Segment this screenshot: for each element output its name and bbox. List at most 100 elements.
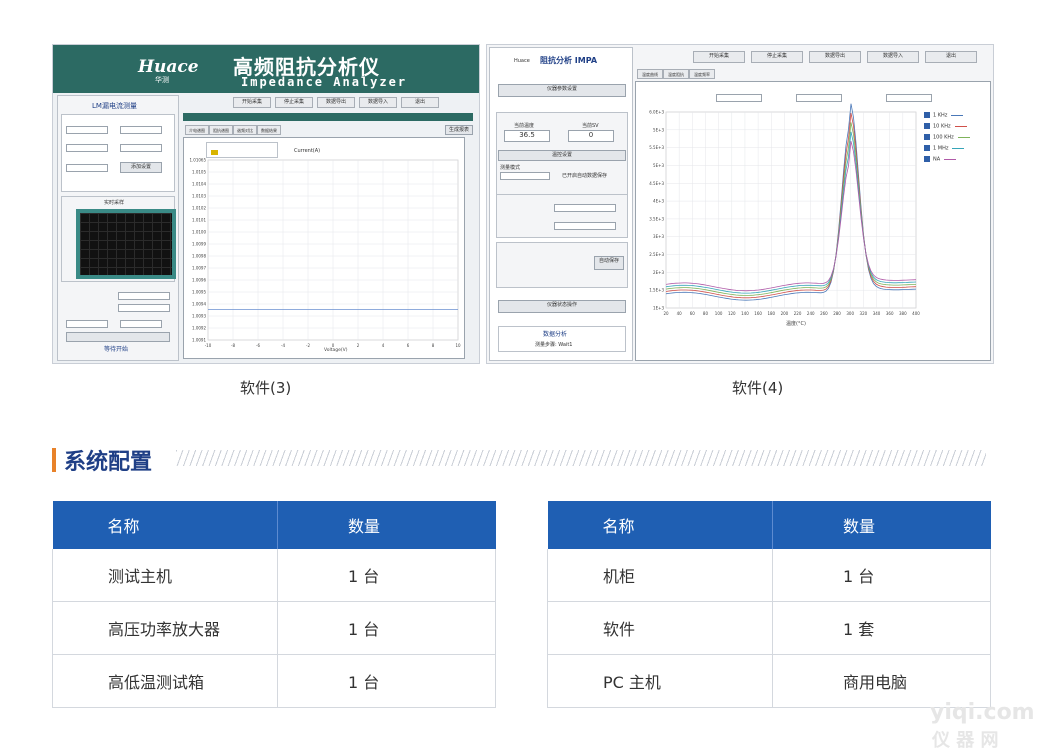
item-name: 高低温测试箱 [52, 654, 278, 708]
software-screenshot-4: Huace 阻抗分析 IMPA 仪器参数设置 当前温度 当前SV 36.5 0 … [486, 44, 994, 364]
realtime-panel: 实时采样 [61, 196, 176, 282]
y-tick-label: 1.0105 [192, 170, 206, 175]
y-tick-label: 5E+3 [653, 163, 664, 168]
mode-select[interactable] [500, 172, 550, 180]
tab-2[interactable]: 谐频对比 [233, 125, 257, 135]
x-tick-label: 40 [677, 311, 683, 316]
tab-0[interactable]: 介电谱图 [185, 125, 209, 135]
legend-checkbox[interactable] [924, 123, 930, 129]
x-tick-label: -6 [256, 343, 260, 348]
impedance-temperature-plot: 6.0E+3 5E+3 5.5E+3 5E+3 4.5E+3 4E+3 3.5E+3 3E+3… [635, 81, 991, 361]
legend-checkbox[interactable] [924, 145, 930, 151]
setpoint-input-2[interactable] [554, 222, 616, 230]
item-name: 机柜 [547, 549, 773, 602]
legend-item[interactable]: NA [924, 156, 984, 167]
param-input-5[interactable] [66, 164, 108, 172]
y-tick-label: 1.0094 [192, 302, 206, 307]
s4-toolbar-button-0[interactable]: 开始采集 [693, 51, 745, 63]
legend-item[interactable]: 1 MHz [924, 145, 984, 156]
s4-tab-1[interactable]: 温度阻抗 [663, 69, 689, 79]
section-accent-bar [52, 448, 56, 472]
add-setting-button[interactable]: 添加设置 [120, 162, 162, 173]
brand-logo: Huace [138, 57, 199, 77]
tab-1[interactable]: 阻抗谱图 [209, 125, 233, 135]
tab-3[interactable]: 数据结果 [257, 125, 281, 135]
legend-swatch [952, 147, 965, 149]
voltage-value: 0 [568, 130, 614, 142]
col-header-qty: 数量 [277, 501, 496, 549]
auto-save-checkbox-label[interactable]: 已开启自动数据保存 [562, 172, 607, 179]
auto-zero-button[interactable] [66, 332, 170, 342]
toolbar-button-3[interactable]: 数据导入 [359, 97, 397, 108]
toolbar-button-2[interactable]: 数据导出 [317, 97, 355, 108]
config-table-left: 名称 数量 测试主机 1 台 高压功率放大器 1 台 高低温测试箱 1 台 [52, 501, 496, 708]
legend-checkbox[interactable] [924, 134, 930, 140]
x-tick-label: 160 [754, 311, 762, 316]
x-tick-label: -2 [306, 343, 310, 348]
accent-bar [183, 113, 473, 121]
s4-tab-0[interactable]: 温度曲线 [637, 69, 663, 79]
legend-checkbox[interactable] [924, 156, 930, 162]
legend-item[interactable]: 1 KHz [924, 112, 984, 123]
y-tick-label: 1E+3 [653, 306, 664, 311]
temp-control-button[interactable]: 温控设置 [498, 150, 626, 161]
x-tick-label: 80 [703, 311, 709, 316]
y-tick-label: 1.0098 [192, 254, 206, 259]
iv-chart: 1.01065 1.0105 1.0104 1.0103 1.0102 1.0101 1.0… [189, 158, 461, 349]
param-input-4[interactable] [120, 144, 162, 152]
s4-x-axis-label: 温度(°C) [786, 321, 806, 327]
x-tick-label: 8 [432, 343, 435, 348]
range-select[interactable] [118, 304, 170, 312]
x-tick-label: 100 [715, 311, 723, 316]
y-tick-label: 1.01065 [189, 158, 206, 163]
x-tick-label: 340 [873, 311, 881, 316]
param-input-1[interactable] [66, 126, 108, 134]
legend-label: 1 KHz [933, 112, 948, 119]
legend-item[interactable]: 100 KHz [924, 134, 984, 145]
s4-tab-2[interactable]: 温度频率 [689, 69, 715, 79]
device-settings-button[interactable]: 仪器参数设置 [498, 84, 626, 97]
col-header-name: 名称 [52, 501, 278, 549]
y-tick-label: 1.0100 [192, 230, 206, 235]
toolbar-button-0[interactable]: 开始采集 [233, 97, 271, 108]
y-tick-label: 1.0091 [192, 338, 206, 343]
param-input-3[interactable] [66, 144, 108, 152]
toolbar-button-1[interactable]: 停止采集 [275, 97, 313, 108]
legend-swatch [951, 114, 964, 116]
y-tick-label: 3E+3 [653, 234, 664, 239]
mode-select[interactable] [118, 292, 170, 300]
instrument-status-button[interactable]: 仪器状态操作 [498, 300, 626, 313]
legend-item[interactable]: 10 KHz [924, 123, 984, 134]
s4-toolbar-button-4[interactable]: 退出 [925, 51, 977, 63]
legend-swatch [957, 136, 970, 138]
s4-toolbar-button-3[interactable]: 数据导入 [867, 51, 919, 63]
x-axis-label: Voltage(V) [324, 348, 348, 353]
param-input-2[interactable] [120, 126, 162, 134]
x-tick-label: 380 [899, 311, 907, 316]
s4-left-panel: Huace 阻抗分析 IMPA 仪器参数设置 当前温度 当前SV 36.5 0 … [489, 47, 633, 361]
setpoint-input-1[interactable] [554, 204, 616, 212]
item-name: 测试主机 [52, 549, 278, 602]
x-tick-label: 60 [690, 311, 696, 316]
toolbar-button-4[interactable]: 退出 [401, 97, 439, 108]
iv-plot-area: Current(A) 1.01065 1.0105 1.0104 1.0103 1.01… [183, 137, 465, 359]
x-tick-label: 120 [728, 311, 736, 316]
software-screenshot-3: Huace 华测 高频阻抗分析仪 Impedance Analyzer LM漏电… [52, 44, 480, 364]
s4-title: 阻抗分析 IMPA [540, 56, 598, 65]
x-tick-label: 20 [663, 311, 669, 316]
legend-swatch [954, 125, 967, 127]
legend-checkbox[interactable] [924, 112, 930, 118]
y-tick-label: 1.0104 [192, 182, 206, 187]
mode-group [496, 194, 628, 238]
voltage-label: 当前SV [582, 123, 599, 129]
s4-toolbar-button-2[interactable]: 数据导出 [809, 51, 861, 63]
x-tick-label: -10 [205, 343, 212, 348]
auto-save-button[interactable]: 自动保存 [594, 256, 624, 270]
generate-report-button[interactable]: 生成报表 [445, 125, 473, 135]
y-tick-label: 1.0093 [192, 314, 206, 319]
y-tick-label: 6.0E+3 [649, 110, 664, 115]
s4-toolbar-button-1[interactable]: 停止采集 [751, 51, 803, 63]
x-tick-label: 240 [807, 311, 815, 316]
table-row: 高低温测试箱 1 台 [52, 654, 496, 708]
y-tick-label: 5.5E+3 [649, 145, 664, 150]
